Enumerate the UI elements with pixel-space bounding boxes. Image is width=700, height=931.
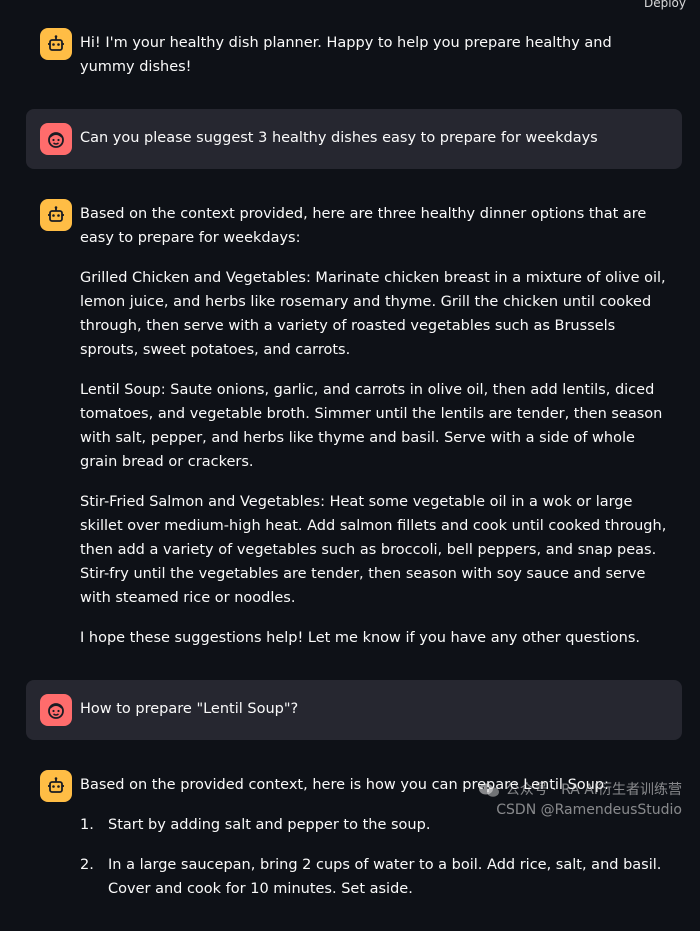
step-number: 1. [80, 817, 94, 833]
list-item: 2. In a large saucepan, bring 2 cups of … [80, 853, 668, 901]
watermark-line1: 公众号 · RA AI衍生者训练营 [505, 782, 682, 798]
smiley-face-icon [40, 123, 72, 155]
message-body: Hi! I'm your healthy dish planner. Happy… [80, 28, 668, 79]
watermark-line2: CSDN @RamendeusStudio [496, 802, 682, 818]
step-number: 2. [80, 857, 94, 873]
step-text: In a large saucepan, bring 2 cups of wat… [108, 857, 662, 897]
message-text: Grilled Chicken and Vegetables: Marinate… [80, 270, 666, 358]
robot-icon [40, 199, 72, 231]
message-text: I hope these suggestions help! Let me kn… [80, 630, 641, 646]
robot-icon [40, 770, 72, 802]
message-text: Lentil Soup: Saute onions, garlic, and c… [80, 382, 663, 470]
message-text: Based on the context provided, here are … [80, 206, 647, 246]
watermark: 公众号 · RA AI衍生者训练营 CSDN @RamendeusStudio [478, 780, 682, 820]
assistant-message: Hi! I'm your healthy dish planner. Happy… [26, 14, 682, 93]
wechat-icon [478, 782, 500, 798]
message-text: Stir-Fried Salmon and Vegetables: Heat s… [80, 494, 667, 606]
message-text: How to prepare "Lentil Soup"? [80, 701, 299, 717]
assistant-message: Based on the context provided, here are … [26, 185, 682, 664]
message-text: Hi! I'm your healthy dish planner. Happy… [80, 35, 612, 75]
message-body: Based on the context provided, here are … [80, 199, 668, 650]
user-message: How to prepare "Lentil Soup"? [26, 680, 682, 740]
message-text: Can you please suggest 3 healthy dishes … [80, 130, 598, 146]
steps-list: 1. Start by adding salt and pepper to th… [80, 813, 668, 901]
step-text: Start by adding salt and pepper to the s… [108, 817, 431, 833]
smiley-face-icon [40, 694, 72, 726]
message-body: Can you please suggest 3 healthy dishes … [80, 123, 668, 150]
user-message: Can you please suggest 3 healthy dishes … [26, 109, 682, 169]
message-body: How to prepare "Lentil Soup"? [80, 694, 668, 721]
robot-icon [40, 28, 72, 60]
